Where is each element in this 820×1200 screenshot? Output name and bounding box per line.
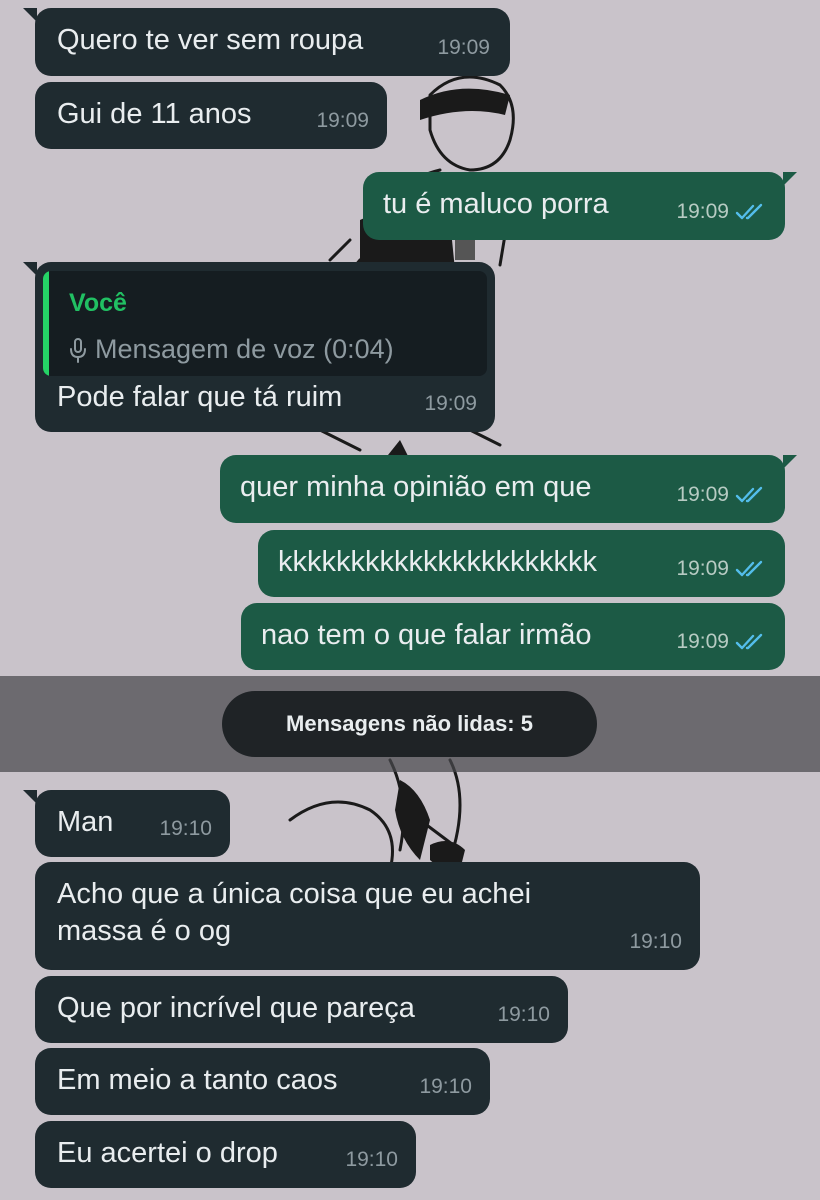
outgoing-message[interactable]: nao tem o que falar irmão 19:09 xyxy=(241,603,785,670)
incoming-message[interactable]: Em meio a tanto caos 19:10 xyxy=(35,1048,490,1115)
incoming-message[interactable]: Eu acertei o drop 19:10 xyxy=(35,1121,416,1188)
quote-text: Mensagem de voz (0:04) xyxy=(95,334,394,364)
outgoing-message[interactable]: kkkkkkkkkkkkkkkkkkkkkk 19:09 xyxy=(258,530,785,597)
incoming-message[interactable]: Que por incrível que pareça 19:10 xyxy=(35,976,568,1043)
message-text: kkkkkkkkkkkkkkkkkkkkkk xyxy=(278,546,597,578)
message-list: Quero te ver sem roupa 19:09 Gui de 11 a… xyxy=(0,0,820,1200)
message-text: Eu acertei o drop xyxy=(57,1137,278,1169)
message-time: 19:10 xyxy=(345,1148,398,1171)
double-check-icon xyxy=(735,486,763,502)
message-text: tu é maluco porra xyxy=(383,188,609,220)
quote-accent-bar xyxy=(43,271,49,376)
incoming-message[interactable]: Quero te ver sem roupa 19:09 xyxy=(23,8,510,76)
message-text: nao tem o que falar irmão xyxy=(261,619,592,651)
outgoing-message[interactable]: tu é maluco porra 19:09 xyxy=(363,172,797,240)
message-time: 19:09 xyxy=(424,392,477,415)
message-text: Gui de 11 anos xyxy=(57,98,252,130)
incoming-reply-message[interactable]: Você Mensagem de voz (0:04) Pode falar q… xyxy=(23,262,495,432)
message-time: 19:09 xyxy=(676,623,765,660)
double-check-icon xyxy=(735,560,763,576)
quoted-message[interactable]: Você Mensagem de voz (0:04) xyxy=(43,271,487,376)
incoming-message[interactable]: Gui de 11 anos 19:09 xyxy=(35,82,387,149)
double-check-icon xyxy=(735,203,763,219)
incoming-message[interactable]: Man 19:10 xyxy=(23,790,230,857)
message-text: Pode falar que tá ruim xyxy=(57,381,343,413)
unread-label: Mensagens não lidas: 5 xyxy=(286,711,533,736)
double-check-icon xyxy=(735,633,763,649)
message-time: 19:09 xyxy=(676,476,765,513)
message-time: 19:10 xyxy=(629,930,682,953)
message-text: Acho que a única coisa que eu achei mass… xyxy=(57,878,532,947)
message-text: Que por incrível que pareça xyxy=(57,992,415,1024)
message-time: 19:09 xyxy=(676,193,765,230)
message-text: Quero te ver sem roupa xyxy=(57,24,364,56)
unread-messages-badge: Mensagens não lidas: 5 xyxy=(222,691,597,757)
quote-author: Você xyxy=(69,289,127,317)
message-time: 19:10 xyxy=(419,1075,472,1098)
message-text: Em meio a tanto caos xyxy=(57,1064,338,1096)
message-time: 19:09 xyxy=(316,109,369,132)
message-text: quer minha opinião em que xyxy=(240,471,592,503)
message-time: 19:10 xyxy=(497,1003,550,1026)
quote-snippet: Mensagem de voz (0:04) xyxy=(69,331,394,368)
message-time: 19:10 xyxy=(159,817,212,840)
mic-icon xyxy=(70,337,86,363)
incoming-message[interactable]: Acho que a única coisa que eu achei mass… xyxy=(35,862,700,970)
message-time: 19:09 xyxy=(676,550,765,587)
unread-divider: Mensagens não lidas: 5 xyxy=(0,676,820,772)
message-time: 19:09 xyxy=(437,36,490,59)
message-text: Man xyxy=(57,806,114,838)
outgoing-message[interactable]: quer minha opinião em que 19:09 xyxy=(220,455,797,523)
